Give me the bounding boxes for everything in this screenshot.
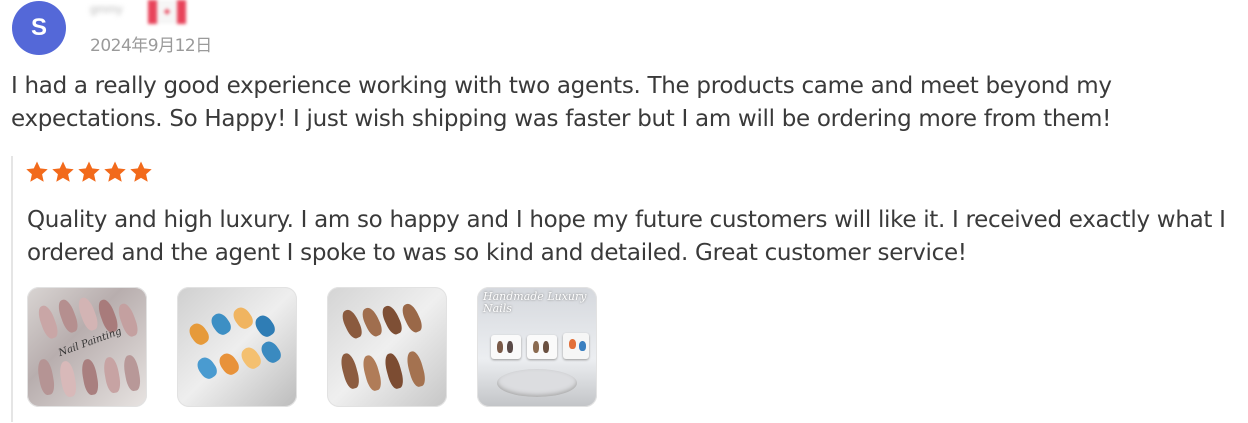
- reviewer-header: S gmmy ✦ 2024年9月12日: [10, 0, 410, 60]
- star-icon: [78, 161, 100, 182]
- image-caption: Handmade Luxury Nails: [483, 290, 587, 315]
- avatar[interactable]: S: [12, 1, 66, 55]
- review-text: I had a really good experience working w…: [11, 73, 1112, 132]
- review-image-thumbnail[interactable]: Nail Painting: [27, 287, 147, 407]
- quoted-review: Quality and high luxury. I am so happy a…: [11, 156, 1243, 422]
- star-icon: [130, 161, 152, 182]
- review-image-list: Nail Painting Handmade Luxury Nails: [27, 287, 597, 407]
- star-rating: [25, 160, 153, 184]
- star-icon: [52, 161, 74, 182]
- quoted-review-text: Quality and high luxury. I am so happy a…: [27, 207, 1226, 266]
- review-image-thumbnail[interactable]: [177, 287, 297, 407]
- canada-flag-icon: ✦: [148, 0, 186, 24]
- review-date: 2024年9月12日: [90, 36, 212, 56]
- star-icon: [104, 161, 126, 182]
- review-image-thumbnail[interactable]: [327, 287, 447, 407]
- review-image-thumbnail[interactable]: Handmade Luxury Nails: [477, 287, 597, 407]
- star-icon: [26, 161, 48, 182]
- image-caption: Nail Painting: [57, 326, 124, 359]
- reviewer-name: gmmy: [90, 2, 123, 16]
